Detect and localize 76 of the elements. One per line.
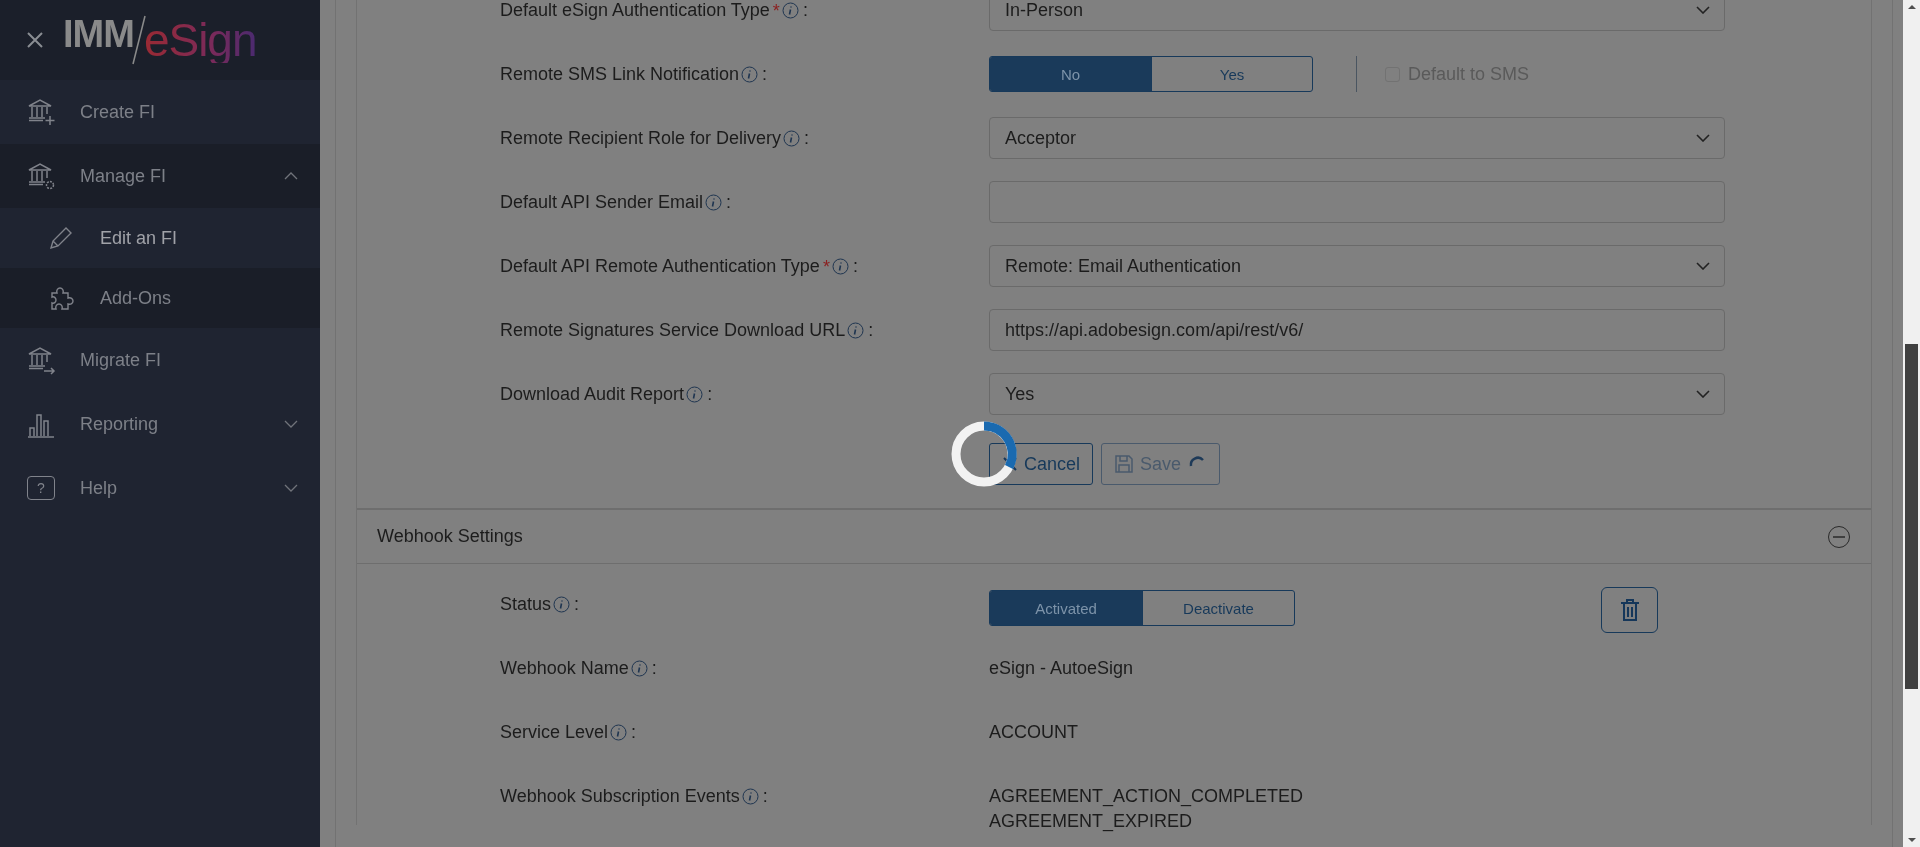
colon: : <box>804 127 810 149</box>
field-value: ACCOUNT <box>989 722 1078 743</box>
cancel-button[interactable]: Cancel <box>989 443 1094 485</box>
toggle-option[interactable]: Deactivate <box>1142 591 1294 625</box>
info-icon[interactable] <box>847 321 865 339</box>
close-icon <box>1002 456 1018 472</box>
dropdown[interactable]: In-Person <box>989 0 1725 31</box>
colon: : <box>651 658 657 679</box>
help-icon: ? <box>27 476 55 500</box>
bank-plus-icon <box>26 97 56 127</box>
close-icon[interactable] <box>25 30 45 50</box>
required-mark: * <box>822 256 830 278</box>
field-label: Webhook Name <box>500 658 629 679</box>
dropdown[interactable]: Remote: Email Authentication <box>989 245 1725 287</box>
required-mark: * <box>772 0 780 22</box>
colon: : <box>707 383 713 405</box>
section-title: Webhook Settings <box>377 526 523 547</box>
collapse-icon[interactable] <box>1827 524 1851 549</box>
colon: : <box>762 786 768 807</box>
info-icon[interactable] <box>553 596 571 613</box>
colon: : <box>762 63 768 85</box>
field-value: AGREEMENT_ACTION_COMPLETED <box>989 786 1304 807</box>
field-label: Default API Remote Authentication Type <box>500 255 820 277</box>
field-label: Remote Signatures Service Download URL <box>500 319 846 341</box>
info-icon[interactable] <box>741 788 759 805</box>
field-label: Remote SMS Link Notification <box>500 63 740 85</box>
field-value: eSign - AutoeSign <box>989 658 1134 679</box>
colon: : <box>802 0 808 21</box>
chevron-icon <box>284 420 298 428</box>
info-icon[interactable] <box>783 129 801 147</box>
chevron-icon <box>1696 6 1710 14</box>
info-icon[interactable] <box>630 660 648 677</box>
toggle-option[interactable]: No <box>990 57 1151 91</box>
bank-arrow-icon <box>26 345 56 375</box>
field-label: Default eSign Authentication Type <box>500 0 770 21</box>
field-label: Remote Recipient Role for Delivery <box>500 127 782 149</box>
info-icon[interactable] <box>831 257 849 275</box>
colon: : <box>726 191 732 213</box>
info-icon[interactable] <box>781 1 799 19</box>
nav-item[interactable]: Create FI <box>0 80 320 144</box>
nav-item[interactable]: ? Help <box>0 456 320 520</box>
delete-button[interactable] <box>1601 587 1658 633</box>
colon: : <box>868 319 874 341</box>
nav-item[interactable]: Manage FI <box>0 144 320 208</box>
chevron-icon <box>1696 134 1710 142</box>
field-label: Status <box>500 594 552 615</box>
chevron-icon <box>1696 390 1710 398</box>
colon: : <box>574 594 580 615</box>
field-value: AGREEMENT_EXPIRED <box>989 811 1194 832</box>
nav-item[interactable]: Reporting <box>0 392 320 456</box>
puzzle-icon <box>48 285 74 311</box>
colon: : <box>852 255 858 277</box>
info-icon[interactable] <box>610 724 628 741</box>
trash-icon <box>1619 598 1640 622</box>
dropdown[interactable]: Acceptor <box>989 117 1725 159</box>
chevron-icon <box>284 484 298 492</box>
nav-item[interactable]: Migrate FI <box>0 328 320 392</box>
field-label: Webhook Subscription Events <box>500 786 740 807</box>
info-icon[interactable] <box>741 65 759 83</box>
field-label: Service Level <box>500 722 609 743</box>
field-label: Download Audit Report <box>500 383 685 405</box>
scrollbar[interactable] <box>1903 0 1920 847</box>
pencil-icon <box>48 225 74 251</box>
field-label: Default API Sender Email <box>500 191 704 213</box>
info-icon[interactable] <box>686 385 704 403</box>
info-icon[interactable] <box>705 193 723 211</box>
chevron-icon <box>284 172 298 180</box>
logo: IMM eSign <box>63 15 257 65</box>
text-field[interactable]: https://api.adobesign.com/api/rest/v6/ <box>989 309 1725 351</box>
chevron-icon <box>1696 262 1710 270</box>
colon: : <box>631 722 637 743</box>
toggle-option[interactable]: Activated <box>990 591 1142 625</box>
toggle-option[interactable]: Yes <box>1151 57 1312 91</box>
dropdown[interactable]: Yes <box>989 373 1725 415</box>
bank-gear-icon <box>26 161 56 191</box>
nav-subitem[interactable]: Add-Ons <box>0 268 320 328</box>
